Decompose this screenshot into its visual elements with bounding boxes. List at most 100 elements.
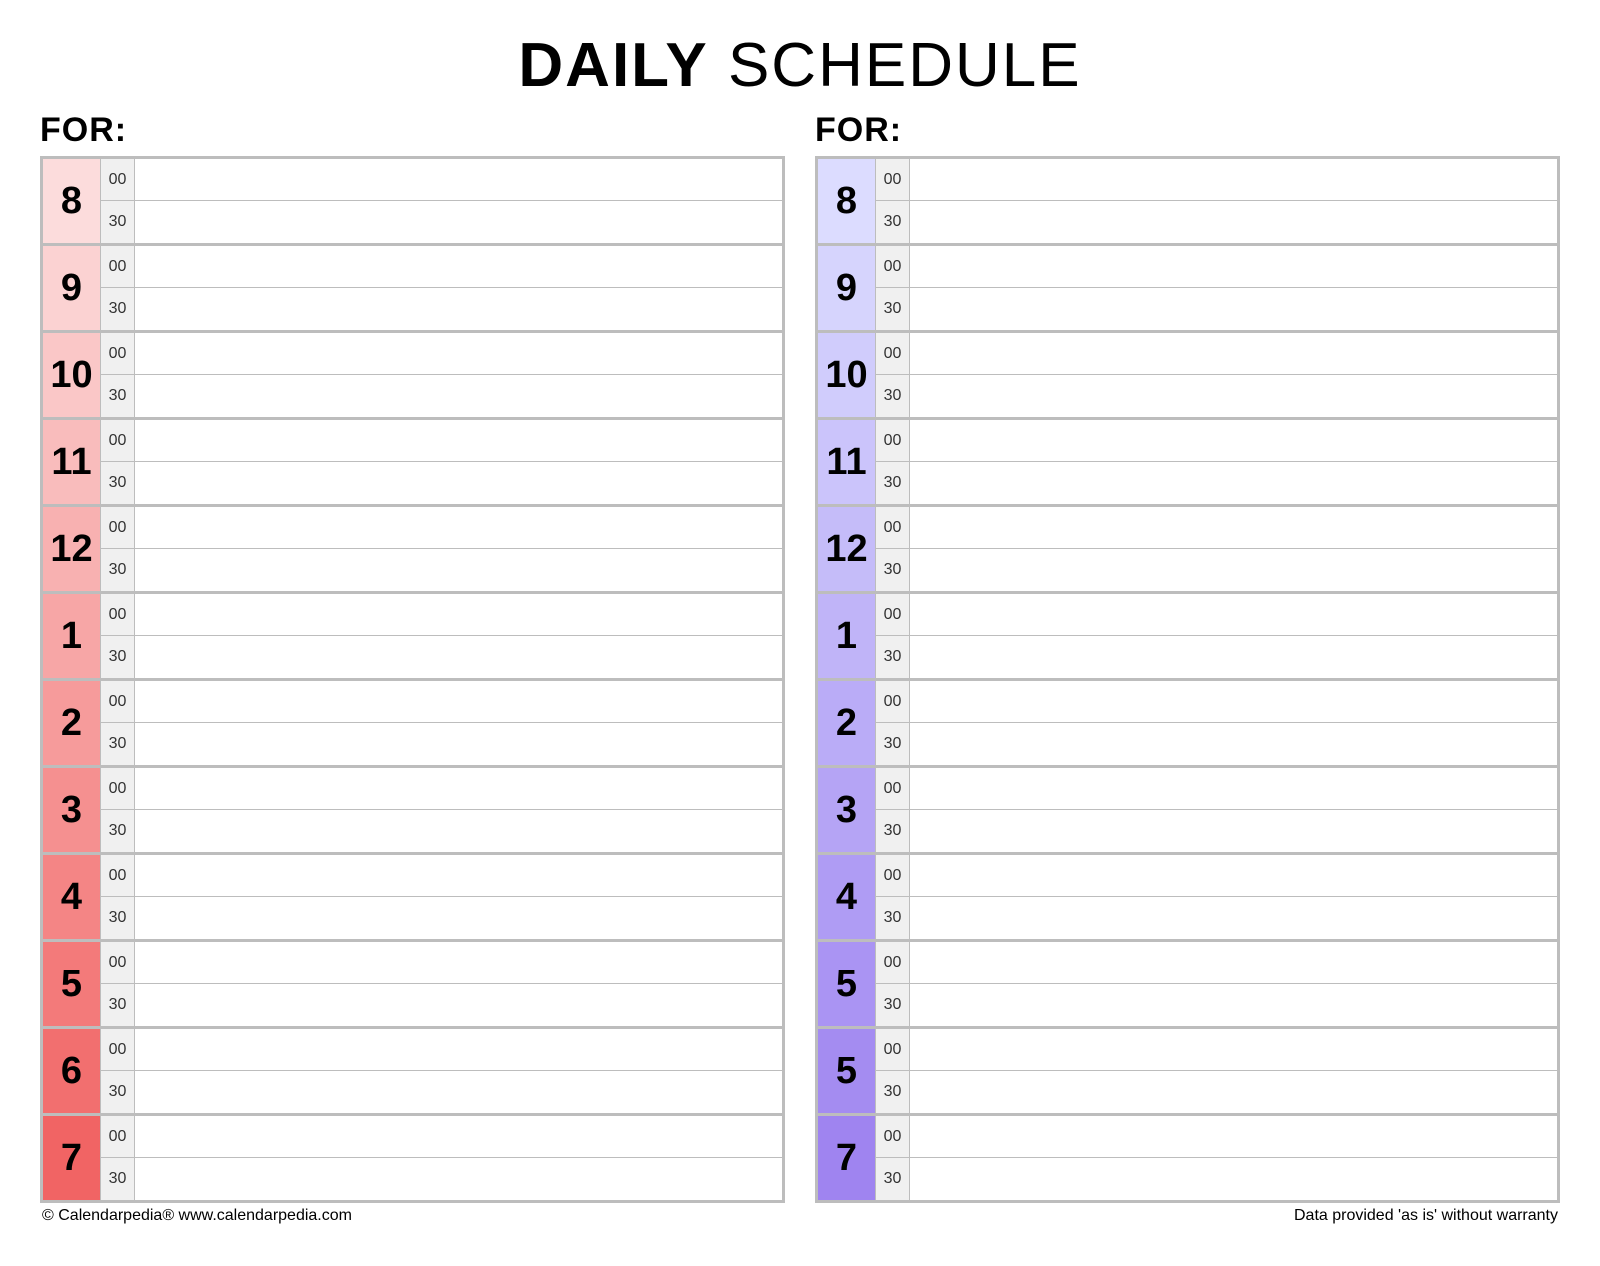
hour-block: 50030 <box>43 942 782 1029</box>
minute-label: 30 <box>876 897 910 939</box>
entry-cell[interactable] <box>135 333 782 375</box>
hour-label: 2 <box>818 681 876 765</box>
entry-cell[interactable] <box>135 462 782 504</box>
entry-cell[interactable] <box>910 420 1557 462</box>
entry-cell[interactable] <box>135 681 782 723</box>
hour-block: 40030 <box>43 855 782 942</box>
entry-cell[interactable] <box>910 159 1557 201</box>
entry-cell[interactable] <box>910 462 1557 504</box>
entry-column <box>910 1116 1557 1200</box>
footer-right: Data provided 'as is' without warranty <box>1294 1207 1558 1225</box>
entry-column <box>910 159 1557 243</box>
minute-column: 0030 <box>876 942 910 1026</box>
minute-column: 0030 <box>101 594 135 678</box>
minute-label: 30 <box>876 723 910 765</box>
minute-label: 00 <box>876 768 910 810</box>
minute-column: 0030 <box>876 855 910 939</box>
entry-cell[interactable] <box>910 594 1557 636</box>
entry-cell[interactable] <box>910 375 1557 417</box>
entry-cell[interactable] <box>135 723 782 765</box>
hour-label: 7 <box>43 1116 101 1200</box>
entry-cell[interactable] <box>135 1071 782 1113</box>
minute-column: 0030 <box>876 333 910 417</box>
minute-label: 00 <box>876 159 910 201</box>
entry-cell[interactable] <box>135 942 782 984</box>
entry-cell[interactable] <box>135 549 782 591</box>
minute-label: 00 <box>101 855 135 897</box>
for-label-right: FOR: <box>815 111 1560 150</box>
entry-cell[interactable] <box>910 855 1557 897</box>
entry-cell[interactable] <box>135 810 782 852</box>
hour-label: 12 <box>43 507 101 591</box>
entry-cell[interactable] <box>910 984 1557 1026</box>
entry-cell[interactable] <box>135 1116 782 1158</box>
minute-label: 00 <box>101 333 135 375</box>
title-bold: DAILY <box>518 31 708 100</box>
entry-cell[interactable] <box>135 288 782 330</box>
hour-block: 110030 <box>43 420 782 507</box>
minute-label: 00 <box>876 420 910 462</box>
minute-column: 0030 <box>101 1116 135 1200</box>
entry-cell[interactable] <box>910 201 1557 243</box>
hour-label: 5 <box>43 942 101 1026</box>
hour-block: 10030 <box>43 594 782 681</box>
entry-cell[interactable] <box>910 1029 1557 1071</box>
entry-column <box>135 1029 782 1113</box>
entry-cell[interactable] <box>135 1029 782 1071</box>
entry-cell[interactable] <box>910 1071 1557 1113</box>
minute-label: 00 <box>876 1116 910 1158</box>
minute-label: 30 <box>876 462 910 504</box>
entry-cell[interactable] <box>910 810 1557 852</box>
entry-cell[interactable] <box>910 942 1557 984</box>
entry-cell[interactable] <box>910 246 1557 288</box>
entry-cell[interactable] <box>135 768 782 810</box>
hour-label: 7 <box>818 1116 876 1200</box>
hour-block: 100030 <box>818 333 1557 420</box>
minute-label: 30 <box>876 201 910 243</box>
hour-block: 70030 <box>43 1116 782 1203</box>
entry-cell[interactable] <box>910 897 1557 939</box>
minute-column: 0030 <box>101 420 135 504</box>
hour-block: 120030 <box>43 507 782 594</box>
hour-label: 11 <box>43 420 101 504</box>
hour-block: 30030 <box>43 768 782 855</box>
minute-label: 30 <box>101 897 135 939</box>
hour-block: 50030 <box>818 942 1557 1029</box>
hour-label: 8 <box>818 159 876 243</box>
entry-cell[interactable] <box>910 768 1557 810</box>
hour-label: 4 <box>43 855 101 939</box>
entry-cell[interactable] <box>910 681 1557 723</box>
entry-cell[interactable] <box>135 594 782 636</box>
entry-cell[interactable] <box>135 375 782 417</box>
entry-cell[interactable] <box>135 507 782 549</box>
entry-cell[interactable] <box>135 1158 782 1200</box>
entry-cell[interactable] <box>910 333 1557 375</box>
entry-cell[interactable] <box>135 159 782 201</box>
entry-cell[interactable] <box>135 636 782 678</box>
minute-column: 0030 <box>101 681 135 765</box>
entry-cell[interactable] <box>135 201 782 243</box>
entry-cell[interactable] <box>910 1158 1557 1200</box>
entry-cell[interactable] <box>910 723 1557 765</box>
hour-block: 80030 <box>43 159 782 246</box>
entry-cell[interactable] <box>910 636 1557 678</box>
hour-label: 12 <box>818 507 876 591</box>
hour-label: 10 <box>818 333 876 417</box>
entry-cell[interactable] <box>910 549 1557 591</box>
entry-cell[interactable] <box>135 984 782 1026</box>
hour-block: 60030 <box>43 1029 782 1116</box>
entry-cell[interactable] <box>135 420 782 462</box>
entry-column <box>910 594 1557 678</box>
entry-cell[interactable] <box>910 288 1557 330</box>
minute-label: 00 <box>101 507 135 549</box>
hour-label: 11 <box>818 420 876 504</box>
entry-cell[interactable] <box>135 246 782 288</box>
entry-cell[interactable] <box>910 1116 1557 1158</box>
entry-cell[interactable] <box>910 507 1557 549</box>
entry-cell[interactable] <box>135 855 782 897</box>
minute-label: 30 <box>876 375 910 417</box>
entry-cell[interactable] <box>135 897 782 939</box>
hour-block: 90030 <box>818 246 1557 333</box>
minute-column: 0030 <box>101 942 135 1026</box>
minute-label: 30 <box>101 1071 135 1113</box>
